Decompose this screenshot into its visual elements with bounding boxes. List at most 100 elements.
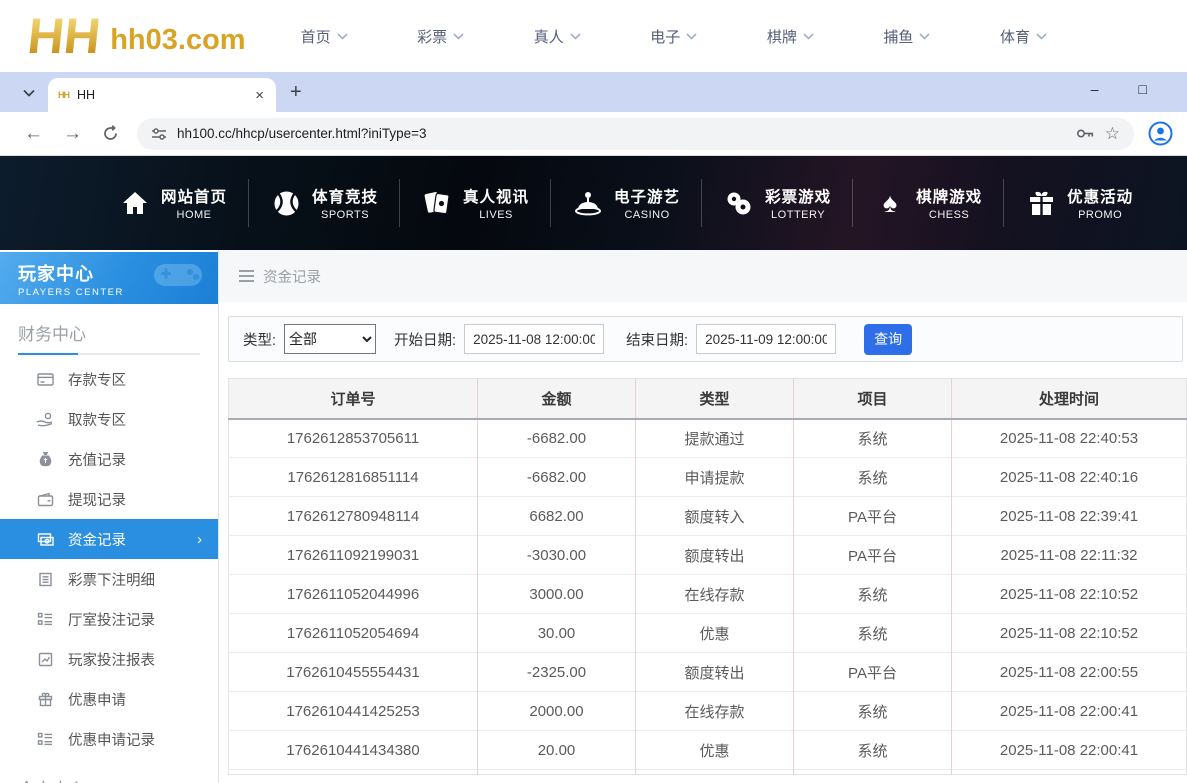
game-nav-en: CASINO bbox=[624, 209, 669, 221]
top-nav-label: 电子 bbox=[650, 26, 680, 47]
sidebar-item-label: 玩家投注报表 bbox=[68, 649, 155, 670]
cell-project: 系统 bbox=[794, 458, 952, 497]
game-nav-chess[interactable]: ♠ 棋牌游戏CHESS bbox=[852, 179, 1003, 227]
top-nav-label: 真人 bbox=[534, 26, 564, 47]
deposit-card-icon bbox=[36, 372, 54, 387]
cell-process-time: 2025-11-08 22:00:55 bbox=[952, 653, 1187, 692]
site-info-icon[interactable] bbox=[151, 126, 167, 142]
game-nav-en: HOME bbox=[177, 209, 212, 221]
top-nav-chess[interactable]: 棋牌 bbox=[767, 26, 814, 47]
cell-process-time: 2025-11-08 22:39:41 bbox=[952, 497, 1187, 536]
cell-project: PA平台 bbox=[794, 536, 952, 575]
sidebar-item-label: 资金记录 bbox=[68, 529, 126, 550]
site-logo[interactable]: HH hh03.com bbox=[28, 14, 246, 59]
game-nav-casino[interactable]: 电子游艺CASINO bbox=[550, 179, 701, 227]
hand-money-icon bbox=[36, 412, 54, 427]
cell-order-number: 1762612853705611 bbox=[229, 419, 478, 458]
table-row-partial bbox=[229, 770, 1187, 775]
forward-button[interactable]: → bbox=[53, 123, 92, 145]
game-nav-home[interactable]: 网站首页HOME bbox=[98, 179, 248, 227]
cell-amount: 6682.00 bbox=[478, 497, 636, 536]
top-nav-fishing[interactable]: 捕鱼 bbox=[883, 26, 930, 47]
top-nav-slots[interactable]: 电子 bbox=[650, 26, 697, 47]
players-center-banner: 玩家中心 PLAYERS CENTER bbox=[0, 252, 218, 304]
browser-tab-strip: HH HH × + – □ bbox=[0, 72, 1187, 112]
start-date-input[interactable] bbox=[464, 324, 604, 354]
password-key-icon[interactable] bbox=[1076, 127, 1095, 140]
browser-tab[interactable]: HH HH × bbox=[48, 78, 276, 112]
top-nav-label: 首页 bbox=[301, 26, 331, 47]
sidebar-item-withdrawal-records[interactable]: 提现记录› bbox=[0, 479, 218, 519]
cell-project: 系统 bbox=[794, 419, 952, 458]
table-header: 订单号 金额 类型 项目 处理时间 bbox=[229, 379, 1187, 419]
sidebar-item-promo-apply-records[interactable]: 优惠申请记录› bbox=[0, 719, 218, 759]
cell-project: PA平台 bbox=[794, 497, 952, 536]
active-arrow-icon: › bbox=[197, 531, 202, 548]
cell-order-number: 1762610441425253 bbox=[229, 692, 478, 731]
finance-section-header: 财务中心 bbox=[0, 304, 218, 353]
sidebar-item-player-bet-report[interactable]: 玩家投注报表› bbox=[0, 639, 218, 679]
sidebar-item-label: 充值记录 bbox=[68, 449, 126, 470]
fund-records-table: 订单号 金额 类型 项目 处理时间 1762612853705611 -6682… bbox=[228, 378, 1187, 775]
chevron-down-icon bbox=[803, 33, 814, 40]
game-nav: 网站首页HOME 体育竞技SPORTS 真人视讯LIVES 电子游艺CASINO… bbox=[0, 156, 1187, 250]
back-button[interactable]: ← bbox=[14, 123, 53, 145]
chevron-down-icon bbox=[570, 33, 581, 40]
sidebar-item-label: 优惠申请记录 bbox=[68, 729, 155, 750]
gamepad-icon bbox=[152, 258, 204, 297]
sidebar-item-withdraw-zone[interactable]: 取款专区› bbox=[0, 399, 218, 439]
tab-close-icon[interactable]: × bbox=[253, 87, 266, 104]
cell-order-number: 1762612780948114 bbox=[229, 497, 478, 536]
cell-project: PA平台 bbox=[794, 653, 952, 692]
report-chart-icon bbox=[36, 652, 54, 667]
cell-type: 额度转出 bbox=[636, 536, 794, 575]
top-nav-home[interactable]: 首页 bbox=[301, 26, 348, 47]
address-bar[interactable]: hh100.cc/hhcp/usercenter.html?iniType=3 … bbox=[137, 118, 1134, 150]
game-nav-sports[interactable]: 体育竞技SPORTS bbox=[248, 179, 399, 227]
window-minimize-button[interactable]: – bbox=[1091, 82, 1099, 96]
sidebar-item-fund-records[interactable]: 资金记录 › bbox=[0, 519, 218, 559]
section-underline bbox=[18, 353, 200, 355]
end-date-input[interactable] bbox=[696, 324, 836, 354]
sidebar-item-hall-bet-records[interactable]: 厅室投注记录› bbox=[0, 599, 218, 639]
list-checklist-icon bbox=[36, 732, 54, 746]
home-icon bbox=[119, 190, 151, 216]
tab-search-chevron-icon[interactable] bbox=[16, 80, 42, 106]
sidebar-item-promo-apply[interactable]: 优惠申请› bbox=[0, 679, 218, 719]
table-row: 1762612816851114 -6682.00 申请提款 系统 2025-1… bbox=[229, 458, 1187, 497]
chevron-down-icon bbox=[686, 33, 697, 40]
cell-order-number: 1762612816851114 bbox=[229, 458, 478, 497]
table-row: 1762612780948114 6682.00 额度转入 PA平台 2025-… bbox=[229, 497, 1187, 536]
sidebar-item-recharge-records[interactable]: 充值记录› bbox=[0, 439, 218, 479]
col-amount: 金额 bbox=[478, 379, 636, 419]
window-maximize-button[interactable]: □ bbox=[1139, 82, 1147, 96]
game-nav-lives[interactable]: 真人视讯LIVES bbox=[399, 179, 550, 227]
top-nav-lottery[interactable]: 彩票 bbox=[417, 26, 464, 47]
top-nav-live[interactable]: 真人 bbox=[534, 26, 581, 47]
game-nav-promo[interactable]: 优惠活动PROMO bbox=[1003, 179, 1154, 227]
browser-profile-icon[interactable] bbox=[1148, 121, 1173, 146]
new-tab-button[interactable]: + bbox=[290, 81, 302, 104]
cell-process-time: 2025-11-08 22:10:52 bbox=[952, 614, 1187, 653]
cell-type: 额度转入 bbox=[636, 497, 794, 536]
cell-amount: -6682.00 bbox=[478, 458, 636, 497]
top-nav-sports[interactable]: 体育 bbox=[1000, 26, 1047, 47]
sidebar-item-lottery-bet-details[interactable]: 彩票下注明细› bbox=[0, 559, 218, 599]
url-text[interactable]: hh100.cc/hhcp/usercenter.html?iniType=3 bbox=[177, 126, 1066, 141]
game-nav-zh: 彩票游戏 bbox=[765, 185, 831, 207]
reload-button[interactable] bbox=[92, 125, 129, 142]
game-nav-zh: 真人视讯 bbox=[463, 185, 529, 207]
cell-type: 在线存款 bbox=[636, 692, 794, 731]
cell-amount: 20.00 bbox=[478, 731, 636, 770]
sidebar-item-deposit-zone[interactable]: 存款专区› bbox=[0, 359, 218, 399]
game-nav-lottery[interactable]: 彩票游戏LOTTERY bbox=[701, 179, 852, 227]
logo-domain-text: hh03.com bbox=[110, 25, 245, 59]
type-select[interactable]: 全部 bbox=[284, 324, 376, 354]
logo-hh-text: HH bbox=[26, 14, 103, 59]
search-button[interactable]: 查询 bbox=[864, 324, 912, 355]
cell-amount: 3000.00 bbox=[478, 575, 636, 614]
game-nav-zh: 优惠活动 bbox=[1067, 185, 1133, 207]
banknotes-icon bbox=[36, 532, 54, 547]
bookmark-star-icon[interactable]: ☆ bbox=[1105, 124, 1120, 144]
type-label: 类型: bbox=[243, 329, 276, 350]
